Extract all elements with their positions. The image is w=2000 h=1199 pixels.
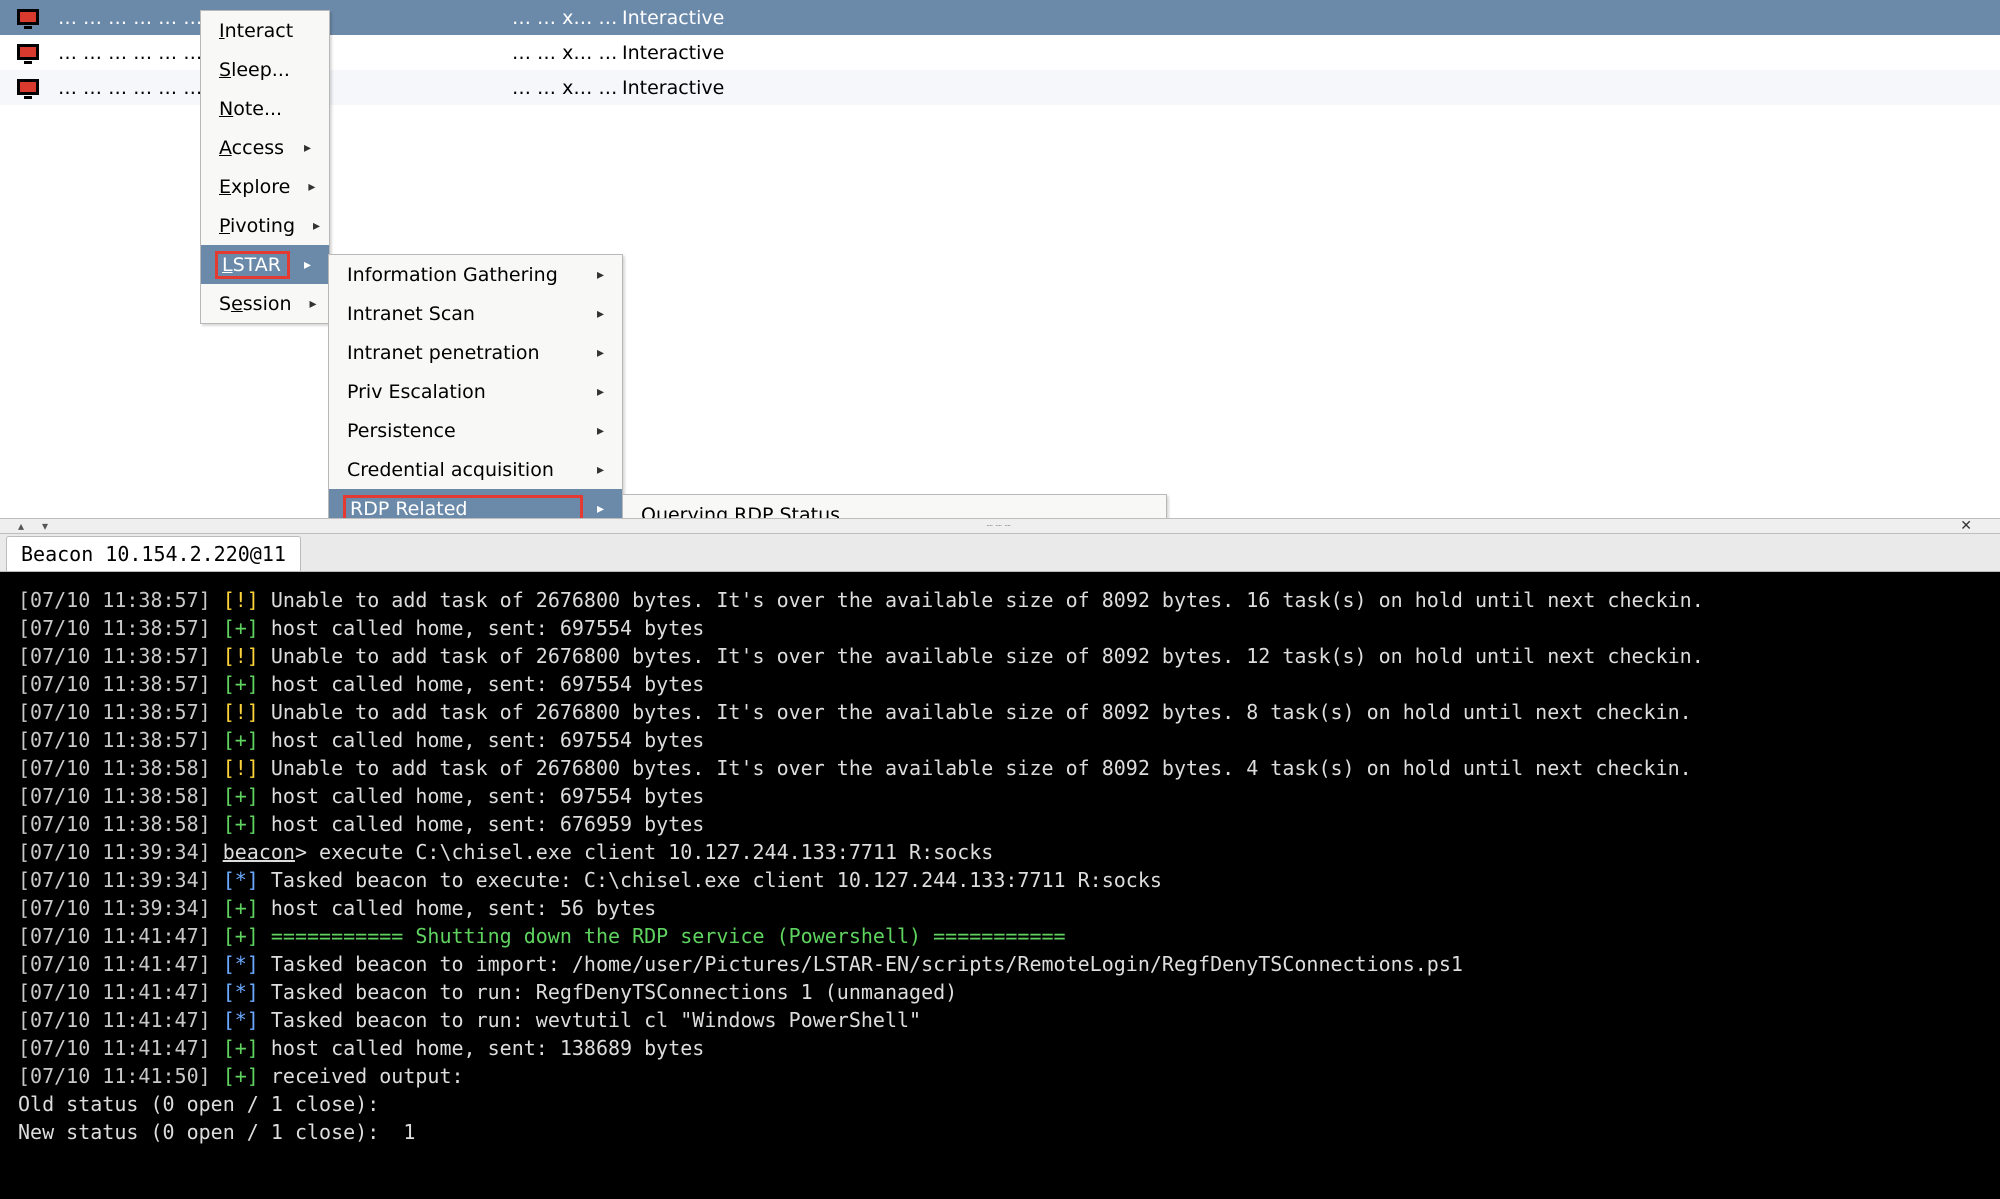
chevron-right-icon: ▸ [597, 462, 604, 478]
close-icon[interactable]: ✕ [1960, 518, 1972, 534]
grip-icon: ┈┈┈ [986, 521, 1013, 532]
beacon-icon [14, 39, 42, 67]
chevron-right-icon: ▸ [308, 179, 315, 195]
beacon-icon [14, 4, 42, 32]
chevron-right-icon: ▸ [597, 501, 604, 517]
chevron-right-icon: ▸ [597, 267, 604, 283]
beacon-cell: Interactive [622, 77, 2000, 99]
chevron-right-icon: ▸ [597, 306, 604, 322]
menu-item-session[interactable]: Session▸ [201, 284, 329, 323]
beacon-icon [14, 74, 42, 102]
chevron-right-icon: ▸ [597, 423, 604, 439]
beacon-cell: … … x… … [512, 77, 622, 99]
chevron-right-icon: ▸ [313, 218, 320, 234]
tab-label: Beacon 10.154.2.220@11 [21, 542, 286, 566]
menu-item-sleep[interactable]: Sleep... [201, 50, 329, 89]
beacon-cell: Interactive [622, 42, 2000, 64]
menu-item-explore[interactable]: Explore▸ [201, 167, 329, 206]
menu-item-interact[interactable]: Interact [201, 11, 329, 50]
menu-item-pivoting[interactable]: Pivoting▸ [201, 206, 329, 245]
chevron-right-icon: ▸ [310, 296, 317, 312]
beacon-cell: … … x… … [512, 42, 622, 64]
context-menu-root: Interact Sleep... Note... Access▸ Explor… [200, 10, 330, 324]
collapse-up-icon[interactable]: ▴ [18, 519, 24, 533]
chevron-right-icon: ▸ [304, 140, 311, 156]
chevron-right-icon: ▸ [597, 384, 604, 400]
menu-item-priv-escalation[interactable]: Priv Escalation▸ [329, 372, 622, 411]
menu-item-intranet-penetration[interactable]: Intranet penetration▸ [329, 333, 622, 372]
menu-item-note[interactable]: Note... [201, 89, 329, 128]
pane-splitter[interactable]: ▴ ▾ ┈┈┈ ✕ [0, 518, 2000, 534]
tab-beacon[interactable]: Beacon 10.154.2.220@11 [6, 536, 301, 571]
menu-item-credential-acquisition[interactable]: Credential acquisition▸ [329, 450, 622, 489]
menu-item-intranet-scan[interactable]: Intranet Scan▸ [329, 294, 622, 333]
beacon-cell: … … x… … [512, 7, 622, 29]
chevron-right-icon: ▸ [304, 257, 311, 273]
menu-item-access[interactable]: Access▸ [201, 128, 329, 167]
collapse-down-icon[interactable]: ▾ [42, 519, 48, 533]
tab-bar: Beacon 10.154.2.220@11 [0, 534, 2000, 572]
menu-item-lstar[interactable]: LSTAR▸ [201, 245, 329, 284]
beacon-cell: Interactive [622, 7, 2000, 29]
beacon-console[interactable]: [07/10 11:38:57] [!] Unable to add task … [0, 572, 2000, 1199]
menu-item-info-gathering[interactable]: Information Gathering▸ [329, 255, 622, 294]
chevron-right-icon: ▸ [597, 345, 604, 361]
menu-item-persistence[interactable]: Persistence▸ [329, 411, 622, 450]
